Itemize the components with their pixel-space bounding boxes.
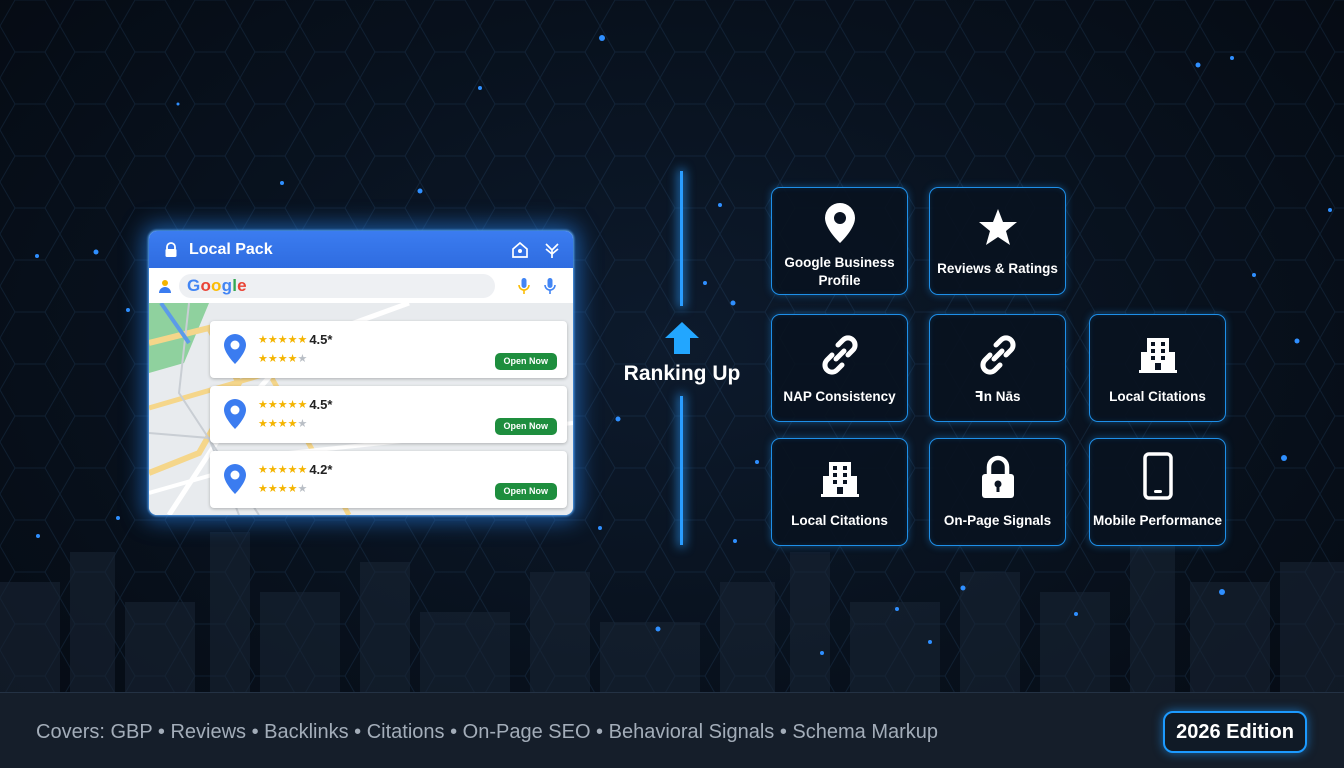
listing-card-3[interactable]: ★★★★★ 4.2* ★★★★ ★ Open Now [210,451,567,508]
arrow-up-icon [665,322,699,354]
tile-label: Google Business Profile [784,255,895,288]
open-now-badge: Open Now [494,483,557,500]
rating-stars: ★★★★★ 4.2* [258,462,333,477]
account-icon[interactable] [159,279,171,293]
rating-stars: ★★★★★ 4.5* [258,397,333,412]
link-icon [979,335,1016,375]
lock-icon [981,455,1014,498]
tile-label: Mobile Performance [1092,513,1223,528]
divider-line-top [680,171,683,306]
rating-value: 4.5* [309,332,333,347]
tile-link-building[interactable]: ꟻn Nās [929,314,1066,422]
local-pack-card: Local Pack Google ★★★★★ 4.5* ★★★★ ★ Open… [149,231,573,515]
tile-nap-consistency[interactable]: NAP Consistency [771,314,908,422]
tile-label: Local Citations [1109,389,1206,404]
secondary-stars: ★★★★ ★ [258,483,308,495]
footer-bar: Covers: GBP • Reviews • Backlinks • Cita… [0,692,1344,768]
tile-mobile-performance[interactable]: Mobile Performance [1089,438,1226,546]
tile-on-page-signals[interactable]: On-Page Signals [929,438,1066,546]
rating-value: 4.5* [309,397,333,412]
tile-label: Reviews & Ratings [937,261,1058,276]
link-icon [821,335,858,375]
location-pin-icon [824,203,855,243]
tile-local-citations-2[interactable]: Local Citations [771,438,908,546]
google-logo: Google [187,275,247,295]
microphone-icon[interactable] [517,277,531,294]
tile-label: NAP Consistency [783,389,896,404]
building-icon [820,462,859,497]
building-icon [1138,338,1177,373]
tile-local-citations-1[interactable]: Local Citations [1089,314,1226,422]
tile-google-business-profile[interactable]: Google Business Profile [771,187,908,295]
covers-text: Covers: GBP • Reviews • Backlinks • Cita… [36,721,939,743]
search-input[interactable]: Google [179,273,495,298]
tile-label: ꟻn Nās [974,389,1021,404]
search-bar[interactable]: Google [149,268,573,303]
lock-icon [165,241,177,257]
open-now-badge: Open Now [494,353,557,370]
home-shield-icon[interactable] [511,241,529,259]
local-pack-header: Local Pack [149,231,573,268]
listing-card-2[interactable]: ★★★★★ 4.5* ★★★★ ★ Open Now [210,386,567,443]
secondary-stars: ★★★★ ★ [258,353,308,365]
location-pin-icon [224,399,246,429]
ranking-up-label: Ranking Up [623,362,741,385]
tile-label: On-Page Signals [943,513,1052,528]
listing-card-1[interactable]: ★★★★★ 4.5* ★★★★ ★ Open Now [210,321,567,378]
rating-value: 4.2* [309,462,333,477]
secondary-stars: ★★★★ ★ [258,418,308,430]
rating-stars: ★★★★★ 4.5* [258,332,333,347]
edition-badge: 2026 Edition [1163,711,1307,753]
tile-label: Local Citations [791,513,888,528]
local-pack-title: Local Pack [189,240,273,258]
location-pin-icon [224,464,246,494]
location-pin-icon [224,334,246,364]
voice-search-icon[interactable] [543,277,557,294]
tile-reviews-ratings[interactable]: Reviews & Ratings [929,187,1066,295]
smartphone-icon [1142,452,1173,500]
star-icon [978,209,1017,245]
open-now-badge: Open Now [494,418,557,435]
filter-icon[interactable] [543,241,561,259]
divider-line-bottom [680,396,683,545]
